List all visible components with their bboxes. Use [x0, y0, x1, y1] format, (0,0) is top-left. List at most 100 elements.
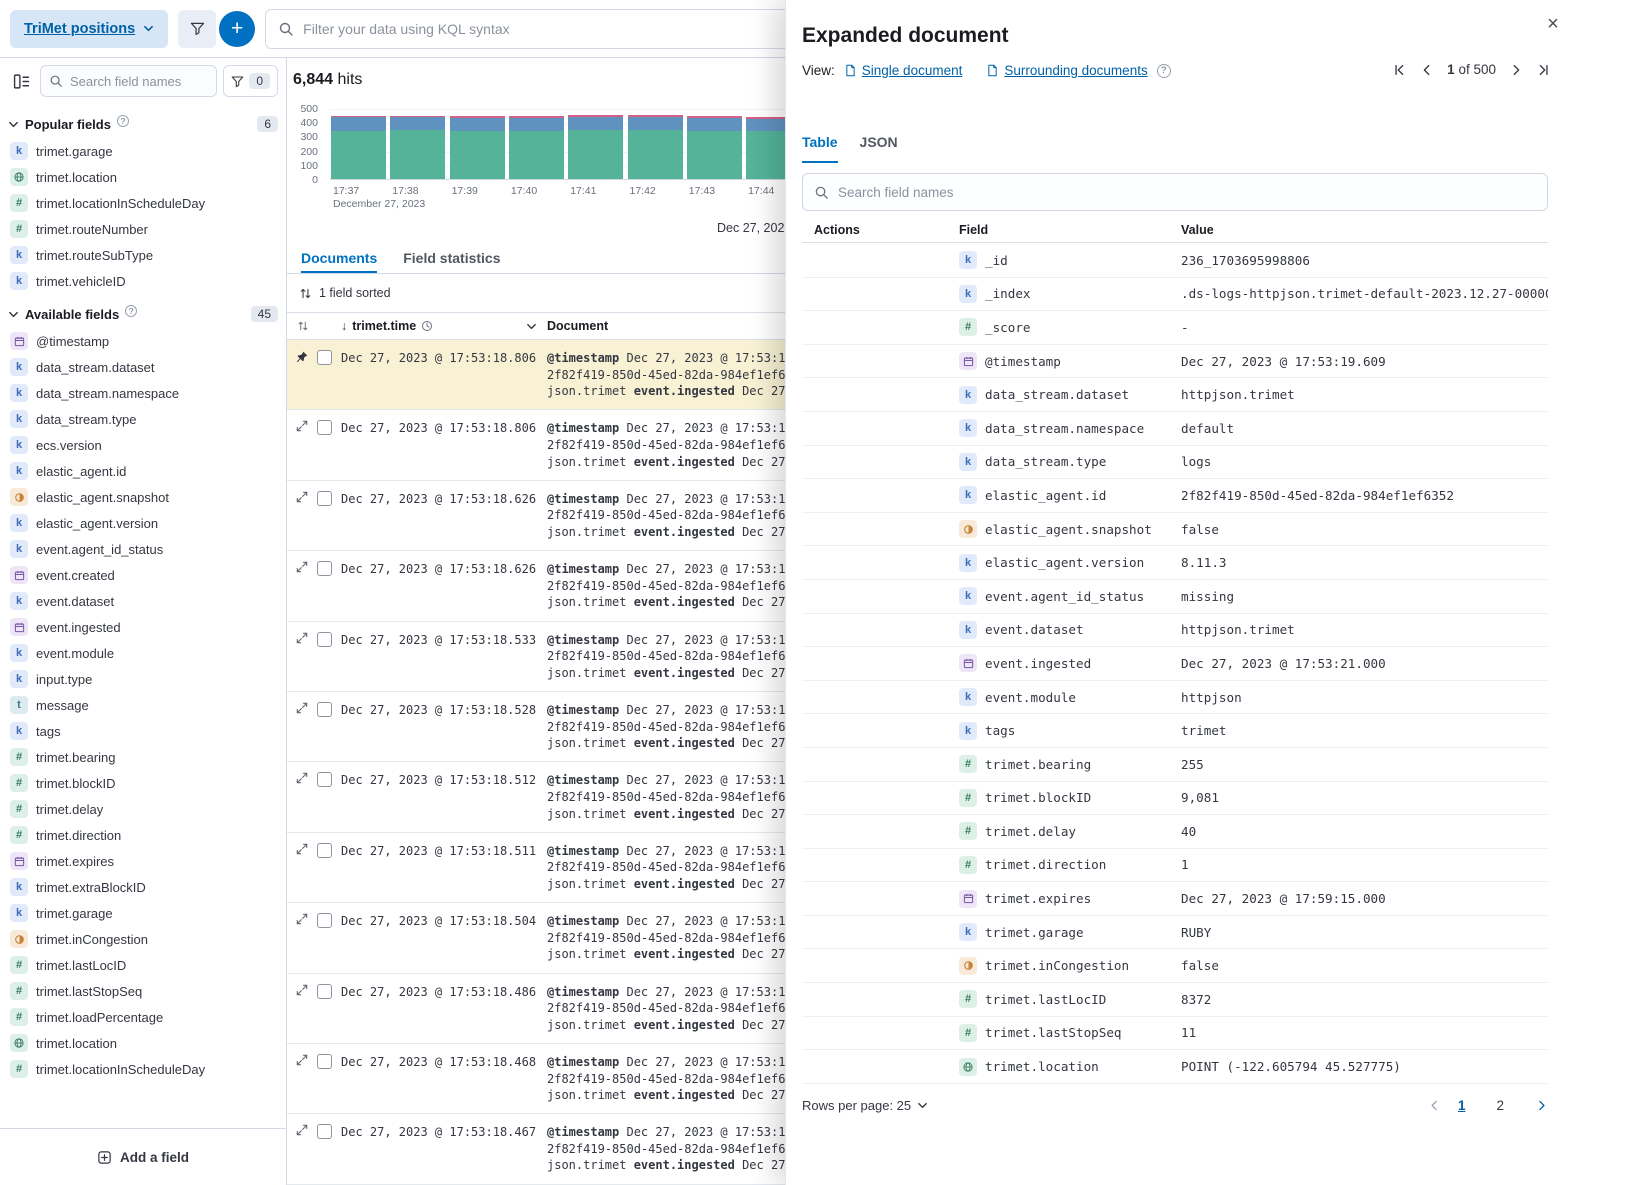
expand-document-icon[interactable]: [296, 843, 310, 857]
field-item-trimet.routeSubType[interactable]: ktrimet.routeSubType: [0, 242, 286, 268]
histogram-bar[interactable]: [390, 116, 445, 179]
field-item-trimet.locationInScheduleDay[interactable]: #trimet.locationInScheduleDay: [0, 1056, 286, 1082]
field-item-elastic_agent.version[interactable]: kelastic_agent.version: [0, 510, 286, 536]
sortable-icon[interactable]: [297, 320, 309, 332]
field-item-trimet.blockID[interactable]: #trimet.blockID: [0, 770, 286, 796]
row-checkbox[interactable]: [317, 632, 332, 647]
add-filter-button[interactable]: +: [219, 11, 255, 47]
field-item-@timestamp[interactable]: @timestamp: [0, 328, 286, 354]
data-view-picker[interactable]: TriMet positions: [10, 10, 168, 48]
field-search-input[interactable]: [70, 74, 208, 89]
flyout-field-search-input[interactable]: [838, 185, 1536, 200]
expand-document-icon[interactable]: [296, 1054, 310, 1068]
pin-icon[interactable]: [296, 350, 310, 364]
field-item-elastic_agent.snapshot[interactable]: elastic_agent.snapshot: [0, 484, 286, 510]
histogram-bar[interactable]: [331, 116, 386, 180]
field-item-trimet.locationInScheduleDay[interactable]: #trimet.locationInScheduleDay: [0, 190, 286, 216]
first-page-icon[interactable]: [1393, 63, 1407, 77]
expand-document-icon[interactable]: [296, 561, 310, 575]
expand-document-icon[interactable]: [296, 491, 310, 505]
popular-fields-header[interactable]: Popular fields ? 6: [0, 104, 286, 138]
add-field-button[interactable]: Add a field: [8, 1139, 278, 1175]
last-page-icon[interactable]: [1536, 63, 1550, 77]
tab-json[interactable]: JSON: [860, 134, 898, 163]
field-item-input.type[interactable]: kinput.type: [0, 666, 286, 692]
histogram-bar[interactable]: [568, 115, 623, 179]
field-item-event.dataset[interactable]: kevent.dataset: [0, 588, 286, 614]
field-item-trimet.routeNumber[interactable]: #trimet.routeNumber: [0, 216, 286, 242]
row-checkbox[interactable]: [317, 561, 332, 576]
field-item-event.ingested[interactable]: event.ingested: [0, 614, 286, 640]
chevron-down-icon[interactable]: [526, 321, 537, 332]
field-item-trimet.garage[interactable]: ktrimet.garage: [0, 138, 286, 164]
row-checkbox[interactable]: [317, 350, 332, 365]
single-document-link[interactable]: Single document: [844, 63, 963, 78]
expand-document-icon[interactable]: [296, 772, 310, 786]
time-column-header[interactable]: ↓ trimet.time: [341, 319, 547, 333]
field-item-trimet.garage[interactable]: ktrimet.garage: [0, 900, 286, 926]
field-item-trimet.inCongestion[interactable]: trimet.inCongestion: [0, 926, 286, 952]
field-item-elastic_agent.id[interactable]: kelastic_agent.id: [0, 458, 286, 484]
expand-document-icon[interactable]: [296, 984, 310, 998]
histogram-bar[interactable]: [450, 116, 505, 179]
row-checkbox[interactable]: [317, 702, 332, 717]
row-checkbox[interactable]: [317, 843, 332, 858]
flyout-field-search[interactable]: [802, 173, 1548, 211]
field-item-data_stream.dataset[interactable]: kdata_stream.dataset: [0, 354, 286, 380]
expand-document-icon[interactable]: [296, 420, 310, 434]
page-number-1[interactable]: 1: [1458, 1098, 1466, 1113]
previous-page-icon[interactable]: [1428, 1099, 1441, 1112]
field-item-trimet.delay[interactable]: #trimet.delay: [0, 796, 286, 822]
saved-query-filter-button[interactable]: [178, 10, 216, 48]
row-checkbox[interactable]: [317, 913, 332, 928]
row-checkbox[interactable]: [317, 491, 332, 506]
histogram-bar[interactable]: [687, 116, 742, 179]
field-item-trimet.vehicleID[interactable]: ktrimet.vehicleID: [0, 268, 286, 294]
row-checkbox[interactable]: [317, 420, 332, 435]
surrounding-documents-link[interactable]: Surrounding documents: [986, 63, 1147, 78]
next-page-icon[interactable]: [1535, 1099, 1548, 1112]
field-item-tags[interactable]: ktags: [0, 718, 286, 744]
previous-page-icon[interactable]: [1420, 63, 1434, 77]
row-checkbox[interactable]: [317, 772, 332, 787]
tab-field-statistics[interactable]: Field statistics: [403, 242, 500, 273]
field-item-message[interactable]: tmessage: [0, 692, 286, 718]
filter-by-type-button[interactable]: 0: [223, 65, 278, 97]
expand-document-icon[interactable]: [296, 913, 310, 927]
row-checkbox[interactable]: [317, 1124, 332, 1139]
expand-document-icon[interactable]: [296, 1124, 310, 1138]
field-item-trimet.expires[interactable]: trimet.expires: [0, 848, 286, 874]
field-item-trimet.bearing[interactable]: #trimet.bearing: [0, 744, 286, 770]
collapse-sidebar-button[interactable]: [8, 68, 34, 94]
expand-document-icon[interactable]: [296, 632, 310, 646]
sorted-fields-button[interactable]: 1 field sorted: [299, 286, 391, 300]
field-item-event.created[interactable]: event.created: [0, 562, 286, 588]
field-item-trimet.lastLocID[interactable]: #trimet.lastLocID: [0, 952, 286, 978]
field-item-trimet.location[interactable]: trimet.location: [0, 164, 286, 190]
expand-document-icon[interactable]: [296, 702, 310, 716]
field-item-data_stream.type[interactable]: kdata_stream.type: [0, 406, 286, 432]
histogram-bar[interactable]: [628, 115, 683, 179]
field-item-ecs.version[interactable]: kecs.version: [0, 432, 286, 458]
help-icon[interactable]: ?: [1157, 64, 1171, 78]
next-page-icon[interactable]: [1509, 63, 1523, 77]
close-icon[interactable]: ×: [1540, 11, 1566, 37]
row-checkbox[interactable]: [317, 1054, 332, 1069]
field-item-data_stream.namespace[interactable]: kdata_stream.namespace: [0, 380, 286, 406]
field-item-trimet.direction[interactable]: #trimet.direction: [0, 822, 286, 848]
field-item-trimet.location[interactable]: trimet.location: [0, 1030, 286, 1056]
x-axis-tick: 17:42: [630, 185, 656, 197]
histogram-bar[interactable]: [509, 116, 564, 179]
rows-per-page-button[interactable]: Rows per page: 25: [802, 1098, 928, 1113]
tab-table[interactable]: Table: [802, 134, 838, 163]
field-item-trimet.extraBlockID[interactable]: ktrimet.extraBlockID: [0, 874, 286, 900]
field-item-trimet.lastStopSeq[interactable]: #trimet.lastStopSeq: [0, 978, 286, 1004]
tab-documents[interactable]: Documents: [301, 242, 377, 273]
field-item-event.agent_id_status[interactable]: kevent.agent_id_status: [0, 536, 286, 562]
field-item-event.module[interactable]: kevent.module: [0, 640, 286, 666]
row-checkbox[interactable]: [317, 984, 332, 999]
field-search-box[interactable]: [40, 65, 217, 97]
page-number-2[interactable]: 2: [1496, 1098, 1504, 1113]
available-fields-header[interactable]: Available fields ? 45: [0, 294, 286, 328]
field-item-trimet.loadPercentage[interactable]: #trimet.loadPercentage: [0, 1004, 286, 1030]
